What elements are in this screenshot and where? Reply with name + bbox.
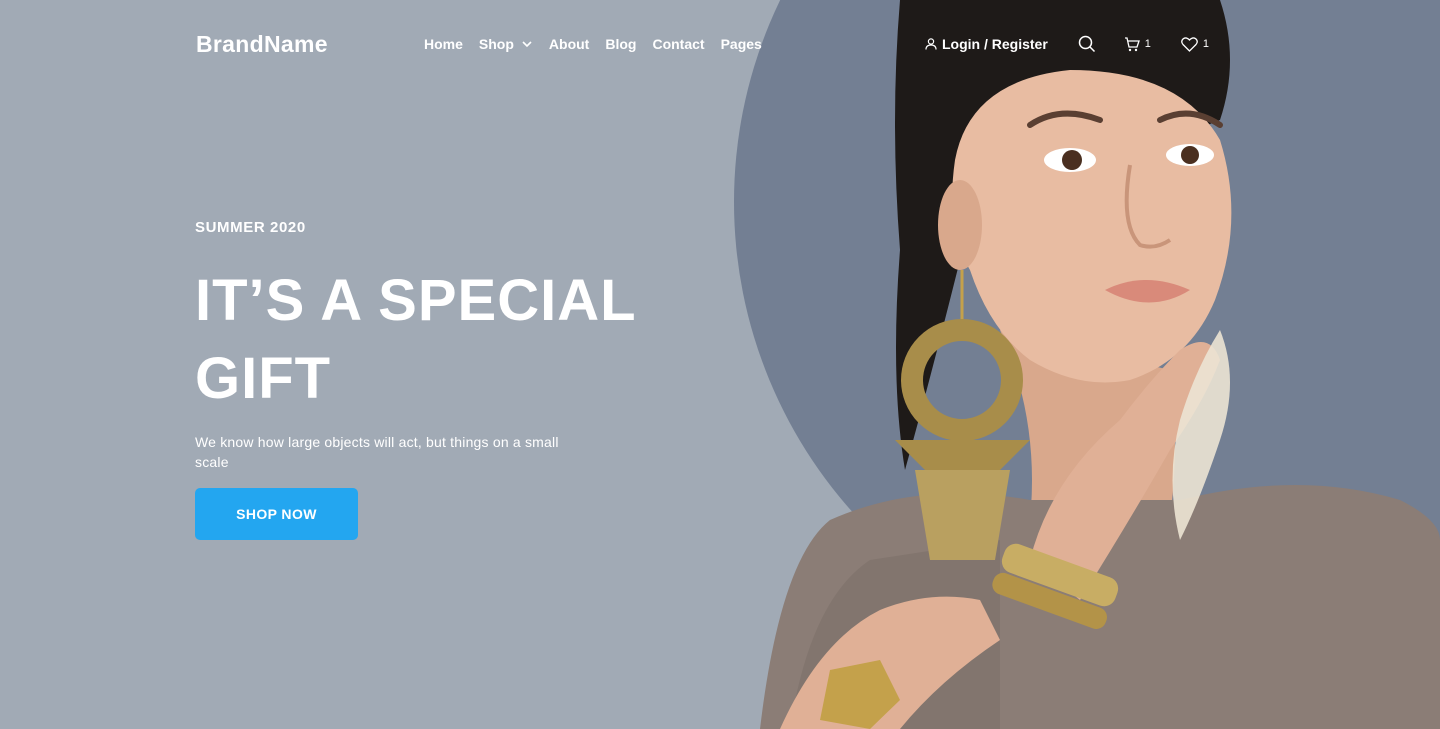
- brand-logo[interactable]: BrandName: [196, 31, 328, 58]
- chevron-down-icon: [522, 41, 532, 48]
- cart-button[interactable]: 1: [1124, 36, 1151, 52]
- nav-shop[interactable]: Shop: [479, 36, 533, 52]
- nav-pages-label: Pages: [720, 36, 762, 52]
- nav-home[interactable]: Home: [424, 36, 463, 52]
- nav-contact[interactable]: Contact: [652, 36, 704, 52]
- cart-count: 1: [1144, 38, 1151, 50]
- hero-headline: IT’S A SPECIAL GIFT: [195, 262, 675, 418]
- hero-headline-line1: IT’S A SPECIAL: [195, 268, 637, 333]
- nav-about-label: About: [548, 36, 590, 52]
- search-button[interactable]: [1078, 35, 1096, 53]
- hero-description: We know how large objects will act, but …: [195, 434, 559, 470]
- user-icon: [925, 38, 937, 50]
- shop-now-button[interactable]: SHOP NOW: [195, 488, 358, 540]
- nav-blog-label: Blog: [605, 36, 637, 52]
- search-icon: [1078, 35, 1095, 53]
- heart-icon: [1181, 36, 1198, 52]
- cart-icon: [1124, 36, 1140, 51]
- login-register-label: Login / Register: [942, 36, 1048, 52]
- nav-blog[interactable]: Blog: [605, 36, 636, 52]
- site-header: BrandName Home Shop About Blog Contact P…: [0, 0, 1440, 90]
- login-register-link[interactable]: Login / Register: [925, 36, 1048, 52]
- shop-now-label: SHOP NOW: [236, 506, 317, 522]
- hero-model-image: [760, 0, 1440, 729]
- nav-about[interactable]: About: [549, 36, 589, 52]
- hero-headline-line2: GIFT: [195, 346, 332, 411]
- hero-eyebrow: SUMMER 2020: [195, 219, 306, 236]
- main-menu: Home Shop About Blog Contact Pages: [424, 36, 778, 52]
- wishlist-button[interactable]: 1: [1181, 36, 1210, 52]
- header-actions: Login / Register 1 1: [925, 35, 1209, 53]
- nav-pages[interactable]: Pages: [721, 36, 762, 52]
- nav-home-label: Home: [424, 36, 463, 52]
- nav-contact-label: Contact: [652, 36, 705, 52]
- nav-shop-label: Shop: [478, 36, 514, 52]
- wishlist-count: 1: [1202, 38, 1210, 50]
